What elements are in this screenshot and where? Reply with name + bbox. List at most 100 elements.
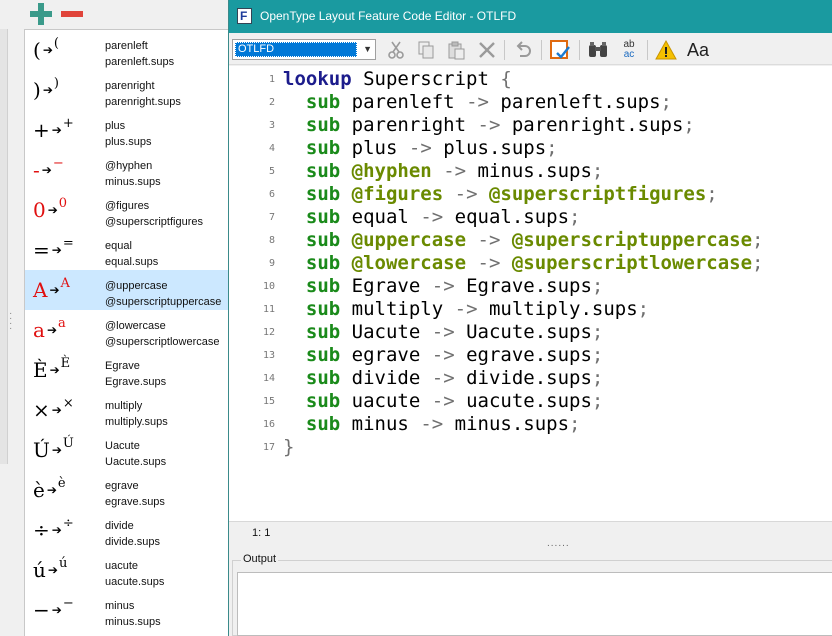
mode-select[interactable]: OTLFD ▼ xyxy=(232,39,376,60)
keyword-sub: sub xyxy=(305,321,341,343)
superscript-glyph: ) xyxy=(53,75,59,91)
left-panel-grip[interactable] xyxy=(0,29,8,464)
output-splitter-handle[interactable]: ...... xyxy=(547,538,570,549)
font-icon[interactable]: Aa xyxy=(687,39,709,61)
title-bar[interactable]: F OpenType Layout Feature Code Editor - … xyxy=(229,0,832,33)
splitter-grip-icon[interactable]: · · · · xyxy=(9,309,13,334)
line-number: 2 xyxy=(268,97,275,108)
brace-open: { xyxy=(500,68,512,90)
warning-icon[interactable] xyxy=(655,39,677,61)
arrow-right-icon: ➔ xyxy=(42,43,53,57)
semicolon: ; xyxy=(591,160,604,182)
glyph-preview: - ➔ − xyxy=(33,150,107,190)
code-text: sub egrave -> egrave.sups; xyxy=(283,344,603,367)
input-glyph-name: multiply xyxy=(105,400,143,412)
arrow-right-icon: ➔ xyxy=(49,363,60,377)
sub-arrow: -> xyxy=(431,160,478,182)
arrow-right-icon: ➔ xyxy=(47,203,58,217)
glyph-pair-row[interactable]: × ➔ × multiply multiply.sups xyxy=(25,390,228,430)
sub-output: @superscriptfigures xyxy=(488,183,707,205)
code-line: 7 sub equal -> equal.sups; xyxy=(229,206,832,229)
arrow-right-icon: ➔ xyxy=(42,83,53,97)
code-text: sub parenright -> parenright.sups; xyxy=(283,114,695,137)
glyph-pair-row[interactable]: 0 ➔ 0 @figures @superscriptfigures xyxy=(25,190,228,230)
output-panel[interactable] xyxy=(237,572,832,636)
output-glyph-name: minus.sups xyxy=(105,616,161,628)
input-glyph-name: uacute xyxy=(105,560,139,572)
glyph-pair-row[interactable]: è ➔ è egrave egrave.sups xyxy=(25,470,228,510)
semicolon: ; xyxy=(706,183,718,205)
glyph-pair-row[interactable]: (➔(parenleft parenleft.sups xyxy=(25,30,228,70)
sub-arrow: -> xyxy=(466,229,512,251)
status-bar: 1: 1 xyxy=(229,521,832,545)
arrow-right-icon: ➔ xyxy=(49,283,60,297)
sub-arrow: -> xyxy=(466,114,512,136)
output-glyph-name: @superscriptlowercase xyxy=(105,336,220,348)
glyph-pair-list[interactable]: (➔(parenleft parenleft.sups) ➔) parenright p… xyxy=(24,29,228,636)
sub-output: divide.sups xyxy=(466,367,592,389)
code-line: 13 sub egrave -> egrave.sups; xyxy=(229,344,832,367)
sub-arrow: -> xyxy=(420,275,467,297)
undo-icon[interactable] xyxy=(512,39,534,61)
sub-input: @uppercase xyxy=(351,229,467,251)
glyph-pair-row[interactable]: - ➔ − @hyphen minus.sups xyxy=(25,150,228,190)
glyph-pair-row[interactable]: − ➔ − minus minus.sups xyxy=(25,590,228,630)
semicolon: ; xyxy=(660,91,672,113)
glyph-pair-names: parenleft parenleft.sups xyxy=(105,38,174,70)
glyph-preview: + ➔ + xyxy=(33,110,107,150)
glyph-pair-row[interactable]: ú ➔ ú uacute uacute.sups xyxy=(25,550,228,590)
code-line: 9 sub @lowercase -> @superscriptlowercas… xyxy=(229,252,832,275)
glyph-pair-names: minus minus.sups xyxy=(105,598,161,630)
code-text: sub @figures -> @superscriptfigures; xyxy=(283,183,718,206)
replace-icon[interactable]: ab ac xyxy=(618,39,640,61)
glyph-preview: × ➔ × xyxy=(33,390,107,430)
arrow-right-icon: ➔ xyxy=(46,483,57,497)
sub-output: @superscriptuppercase xyxy=(511,229,753,251)
plus-icon[interactable] xyxy=(30,3,52,25)
base-glyph: ( xyxy=(33,38,41,62)
input-glyph-name: @uppercase xyxy=(105,280,168,292)
cut-icon[interactable] xyxy=(385,39,407,61)
glyph-pair-names: @uppercase @superscriptuppercase xyxy=(105,278,221,310)
sub-output: Uacute.sups xyxy=(466,321,592,343)
glyph-preview: = ➔ = xyxy=(33,230,107,270)
arrow-right-icon: ➔ xyxy=(51,403,62,417)
line-number: 4 xyxy=(268,143,275,154)
line-number: 1 xyxy=(268,74,275,85)
delete-icon[interactable] xyxy=(476,39,498,61)
line-number: 8 xyxy=(268,235,275,246)
glyph-pair-row[interactable]: A ➔ A @uppercase @superscriptuppercase xyxy=(25,270,228,310)
output-glyph-name: plus.sups xyxy=(105,136,152,148)
code-line: 17} xyxy=(229,436,832,459)
copy-icon[interactable] xyxy=(415,39,437,61)
code-line: 10 sub Egrave -> Egrave.sups; xyxy=(229,275,832,298)
glyph-pair-row[interactable]: a ➔ a @lowercase @superscriptlowercase xyxy=(25,310,228,350)
code-line: 6 sub @figures -> @superscriptfigures; xyxy=(229,183,832,206)
sub-input: minus xyxy=(351,413,409,435)
validate-icon[interactable] xyxy=(549,39,571,61)
line-number: 17 xyxy=(262,442,275,453)
glyph-pair-row[interactable]: È ➔ È Egrave Egrave.sups xyxy=(25,350,228,390)
chevron-down-icon[interactable]: ▼ xyxy=(363,44,372,54)
glyph-pair-row[interactable]: ) ➔) parenright parenright.sups xyxy=(25,70,228,110)
arrow-right-icon: ➔ xyxy=(41,163,52,177)
glyph-pair-row[interactable]: + ➔ + plus plus.sups xyxy=(25,110,228,150)
sub-arrow: -> xyxy=(420,367,467,389)
glyph-pair-row[interactable]: = ➔ = equal equal.sups xyxy=(25,230,228,270)
superscript-glyph: 0 xyxy=(58,195,68,211)
code-text: lookup Superscript { xyxy=(283,68,512,91)
sub-input: uacute xyxy=(351,390,421,412)
code-editor[interactable]: 1 lookup Superscript {2 sub parenleft -> … xyxy=(229,66,832,521)
output-glyph-name: @superscriptfigures xyxy=(105,216,203,228)
superscript-glyph: È xyxy=(60,355,71,371)
minus-icon[interactable] xyxy=(61,3,83,25)
glyph-pair-names: equal equal.sups xyxy=(105,238,158,270)
glyph-pair-row[interactable]: ÷ ➔ ÷ divide divide.sups xyxy=(25,510,228,550)
glyph-pair-row[interactable]: Ú ➔ Ú Uacute Uacute.sups xyxy=(25,430,228,470)
output-glyph-name: Uacute.sups xyxy=(105,456,167,468)
find-icon[interactable] xyxy=(587,39,609,61)
output-glyph-name: uacute.sups xyxy=(105,576,165,588)
semicolon: ; xyxy=(591,275,604,297)
glyph-pair-names: plus plus.sups xyxy=(105,118,151,150)
paste-icon[interactable] xyxy=(445,39,467,61)
